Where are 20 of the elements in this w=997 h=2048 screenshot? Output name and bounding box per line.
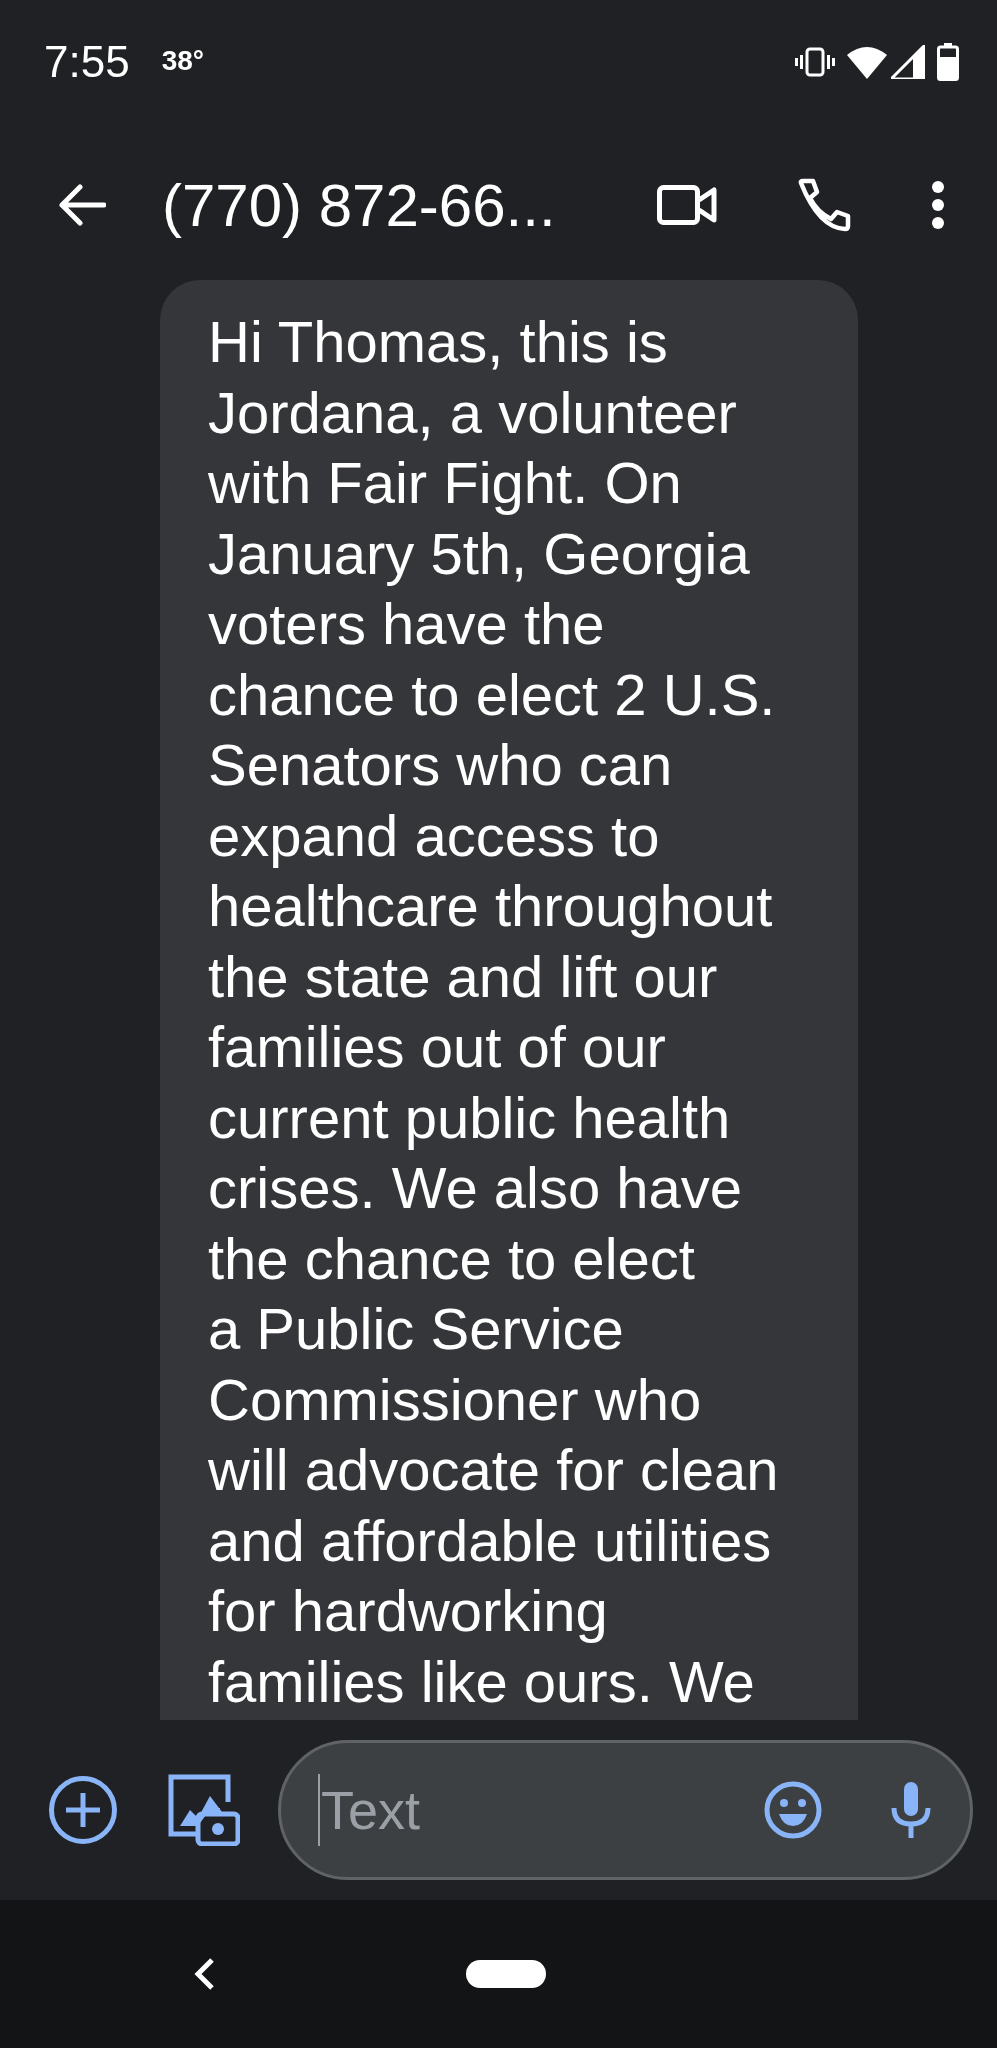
phone-icon[interactable]	[797, 178, 851, 232]
gallery-camera-icon[interactable]	[168, 1774, 240, 1846]
home-pill[interactable]	[466, 1960, 546, 1988]
wifi-icon	[847, 45, 887, 79]
temperature: 38°	[161, 45, 204, 77]
back-arrow-icon[interactable]	[56, 183, 106, 227]
text-cursor	[318, 1774, 320, 1846]
video-call-icon[interactable]	[657, 185, 717, 225]
add-icon[interactable]	[48, 1775, 118, 1845]
message-text: Hi Thomas, this is Jordana, a volunteer with Fair Fight. On January 5th, Georgia voters have the chance to elect 2 U.S. Senators who can expand access to healthcare throughout the state and lift our families out of our current public health crises. We also have the chance to elect a Public Service Commissioner who will advocate for clean and affordable utilities for hardworking families like ours. We	[208, 308, 780, 1716]
vibrate-icon	[795, 46, 835, 78]
nav-back-icon[interactable]	[192, 1956, 216, 1992]
microphone-icon[interactable]	[889, 1780, 933, 1840]
battery-icon	[937, 43, 959, 81]
contact-title: (770) 872-66...	[162, 170, 557, 240]
status-time: 7:55	[44, 37, 130, 87]
emoji-icon[interactable]	[763, 1780, 823, 1840]
text-input-field[interactable]: Text	[278, 1740, 973, 1880]
more-options-icon[interactable]	[931, 180, 945, 230]
signal-icon	[891, 45, 925, 79]
